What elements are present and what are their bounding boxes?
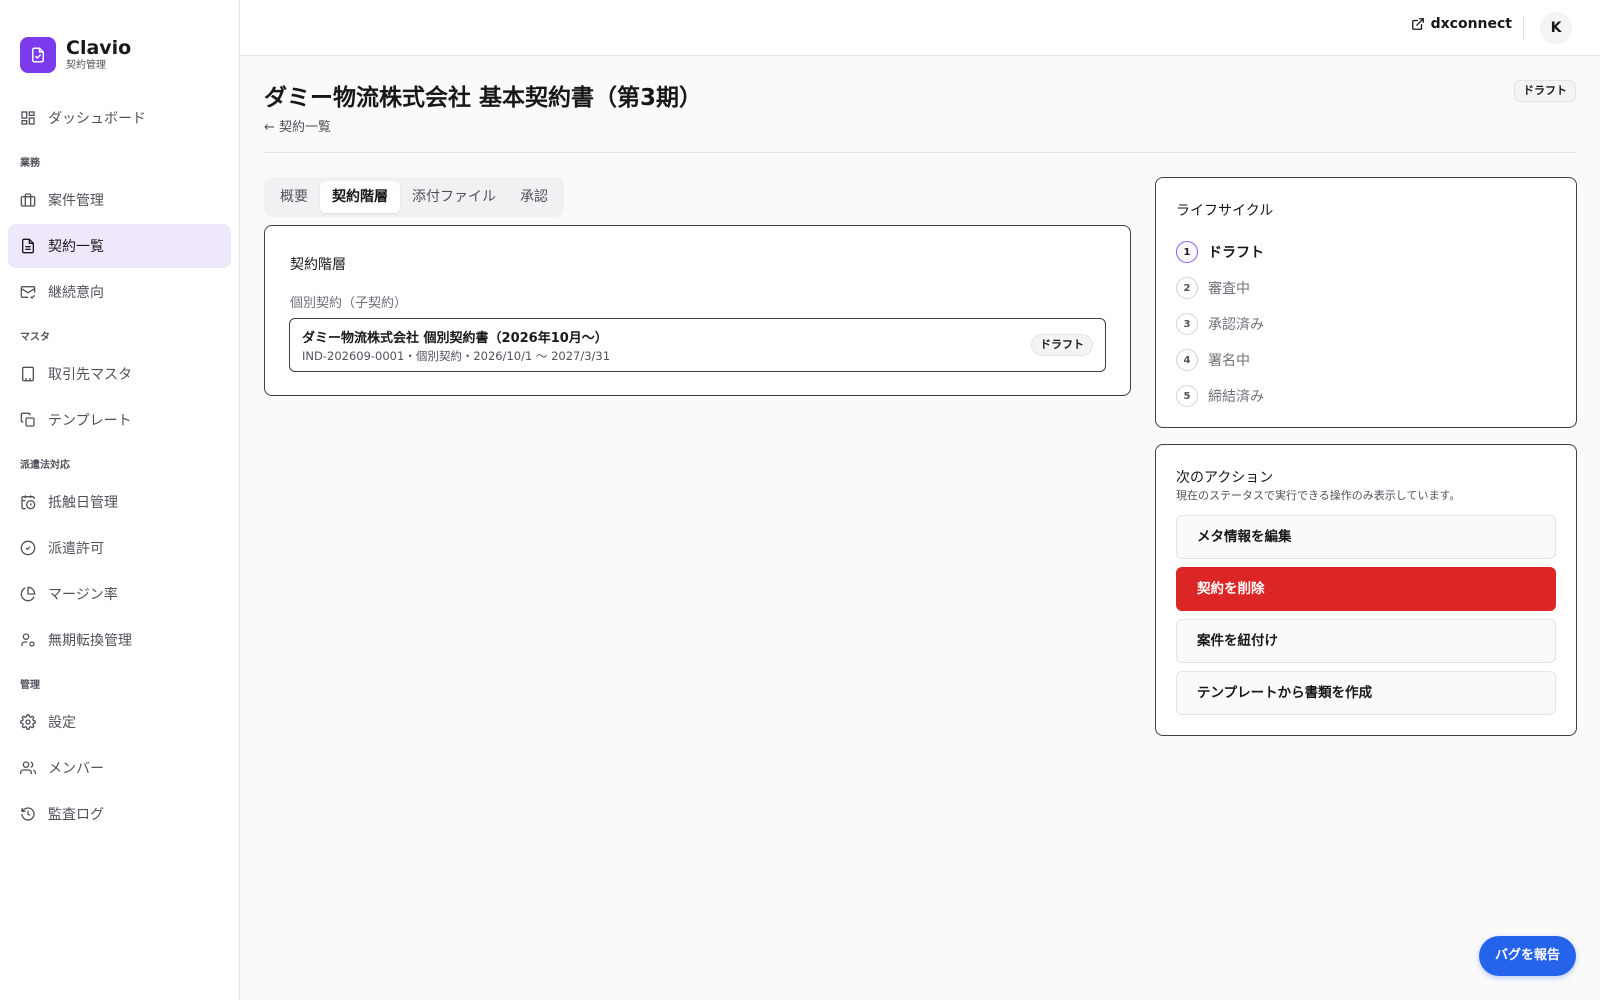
edit-meta-button[interactable]: メタ情報を編集	[1176, 515, 1556, 559]
sidebar-item-members[interactable]: メンバー	[8, 746, 231, 790]
step-number: 4	[1176, 349, 1198, 371]
tab-overview[interactable]: 概要	[268, 181, 320, 213]
sidebar-item-label: 契約一覧	[48, 239, 104, 255]
child-contract-item[interactable]: ダミー物流株式会社 個別契約書（2026年10月～） IND-202609-00…	[289, 318, 1106, 372]
page-title: ダミー物流株式会社 基本契約書（第3期）	[264, 85, 703, 111]
actions-description: 現在のステータスで実行できる操作のみ表示しています。	[1176, 489, 1461, 502]
step-number: 3	[1176, 313, 1198, 335]
header-divider-line	[264, 152, 1576, 153]
lifecycle-step: 1 ドラフト	[1176, 234, 1264, 270]
child-contract-title: ダミー物流株式会社 個別契約書（2026年10月～）	[302, 331, 608, 346]
sidebar-item-projects[interactable]: 案件管理	[8, 178, 231, 222]
lifecycle-step: 5 締結済み	[1176, 378, 1264, 414]
step-number: 1	[1176, 241, 1198, 263]
sidebar-item-dashboard[interactable]: ダッシュボード	[8, 96, 231, 140]
sidebar-item-margin[interactable]: マージン率	[8, 572, 231, 616]
external-link-icon	[1411, 18, 1424, 30]
sidebar-item-label: 継続意向	[48, 285, 104, 301]
step-label: 承認済み	[1208, 317, 1264, 333]
child-contracts-heading: 個別契約（子契約）	[290, 296, 408, 311]
document-icon	[20, 238, 36, 254]
report-bug-button[interactable]: バグを報告	[1478, 936, 1576, 976]
sidebar-item-audit[interactable]: 監査ログ	[8, 792, 231, 836]
sidebar-item-label: マージン率	[48, 587, 118, 603]
nav-section-business: 業務	[20, 158, 40, 169]
actions-heading: 次のアクション	[1176, 470, 1274, 486]
lifecycle-card: ライフサイクル 1 ドラフト 2 審査中 3 承認済み 4 署名中 5 締結済み	[1155, 177, 1577, 428]
step-label: 署名中	[1208, 353, 1250, 369]
child-status-badge: ドラフト	[1031, 334, 1093, 356]
external-link-dxconnect[interactable]: dxconnect	[1411, 16, 1512, 32]
users-icon	[20, 760, 36, 776]
sidebar-nav: ダッシュボード 業務 案件管理 契約一覧 継続意向 マスタ 取引先マスタ テンプ…	[0, 84, 239, 836]
back-to-contract-list-link[interactable]: ← 契約一覧	[264, 116, 331, 135]
lifecycle-steps: 1 ドラフト 2 審査中 3 承認済み 4 署名中 5 締結済み	[1176, 234, 1264, 414]
sidebar-item-label: 派遣許可	[48, 541, 104, 557]
mail-check-icon	[20, 284, 36, 300]
pie-chart-icon	[20, 586, 36, 602]
create-from-template-button[interactable]: テンプレートから書類を作成	[1176, 671, 1556, 715]
sidebar-item-label: 監査ログ	[48, 807, 104, 823]
sidebar-item-contracts[interactable]: 契約一覧	[8, 224, 231, 268]
external-link-label: dxconnect	[1430, 16, 1512, 32]
step-label: 審査中	[1208, 281, 1250, 297]
sidebar-item-renewal[interactable]: 継続意向	[8, 270, 231, 314]
step-label: ドラフト	[1208, 245, 1264, 261]
sidebar-item-templates[interactable]: テンプレート	[8, 398, 231, 442]
status-badge: ドラフト	[1514, 80, 1576, 102]
tab-hierarchy[interactable]: 契約階層	[320, 181, 400, 213]
sidebar-item-label: 案件管理	[48, 193, 104, 209]
step-number: 5	[1176, 385, 1198, 407]
lifecycle-step: 4 署名中	[1176, 342, 1264, 378]
delete-contract-button[interactable]: 契約を削除	[1176, 567, 1556, 611]
next-actions-card: 次のアクション 現在のステータスで実行できる操作のみ表示しています。 メタ情報を…	[1155, 444, 1577, 736]
step-number: 2	[1176, 277, 1198, 299]
sidebar-item-label: ダッシュボード	[48, 111, 146, 127]
sidebar-item-settings[interactable]: 設定	[8, 700, 231, 744]
check-circle-icon	[20, 540, 36, 556]
user-cog-icon	[20, 632, 36, 648]
tab-approval[interactable]: 承認	[508, 181, 560, 213]
sidebar-item-label: 無期転換管理	[48, 633, 132, 649]
sidebar-item-permit[interactable]: 派遣許可	[8, 526, 231, 570]
nav-section-master: マスタ	[20, 332, 50, 343]
app-logo-icon	[20, 37, 56, 73]
brand[interactable]: Clavio 契約管理	[0, 0, 239, 84]
sidebar: Clavio 契約管理 ダッシュボード 業務 案件管理 契約一覧 継続意向 マス…	[0, 0, 240, 1000]
sidebar-item-partners[interactable]: 取引先マスタ	[8, 352, 231, 396]
nav-section-admin: 管理	[20, 680, 40, 691]
brand-subtitle: 契約管理	[66, 60, 106, 71]
sidebar-item-conflict-date[interactable]: 抵触日管理	[8, 480, 231, 524]
step-label: 締結済み	[1208, 389, 1264, 405]
sidebar-item-label: 設定	[48, 715, 76, 731]
briefcase-icon	[20, 192, 36, 208]
sidebar-item-label: 抵触日管理	[48, 495, 118, 511]
top-bar: dxconnect K	[240, 0, 1600, 56]
copy-icon	[20, 412, 36, 428]
sidebar-item-indefinite[interactable]: 無期転換管理	[8, 618, 231, 662]
dashboard-icon	[20, 110, 36, 126]
contract-hierarchy-card: 契約階層 個別契約（子契約） ダミー物流株式会社 個別契約書（2026年10月～…	[264, 225, 1131, 396]
sidebar-item-label: テンプレート	[48, 413, 132, 429]
hierarchy-heading: 契約階層	[290, 257, 346, 273]
lifecycle-step: 2 審査中	[1176, 270, 1264, 306]
header-divider	[1523, 16, 1524, 40]
child-contract-meta: IND-202609-0001・個別契約・2026/10/1 ～ 2027/3/…	[302, 349, 611, 363]
calendar-clock-icon	[20, 494, 36, 510]
building-icon	[20, 366, 36, 382]
lifecycle-step: 3 承認済み	[1176, 306, 1264, 342]
link-project-button[interactable]: 案件を紐付け	[1176, 619, 1556, 663]
gear-icon	[20, 714, 36, 730]
lifecycle-heading: ライフサイクル	[1176, 203, 1274, 219]
sidebar-item-label: メンバー	[48, 761, 104, 777]
brand-name: Clavio	[66, 37, 132, 59]
history-icon	[20, 806, 36, 822]
nav-section-dispatch: 派遣法対応	[20, 460, 70, 471]
user-avatar[interactable]: K	[1540, 12, 1572, 44]
sidebar-item-label: 取引先マスタ	[48, 367, 132, 383]
tab-attachments[interactable]: 添付ファイル	[400, 181, 508, 213]
tab-bar: 概要 契約階層 添付ファイル 承認	[264, 177, 564, 217]
